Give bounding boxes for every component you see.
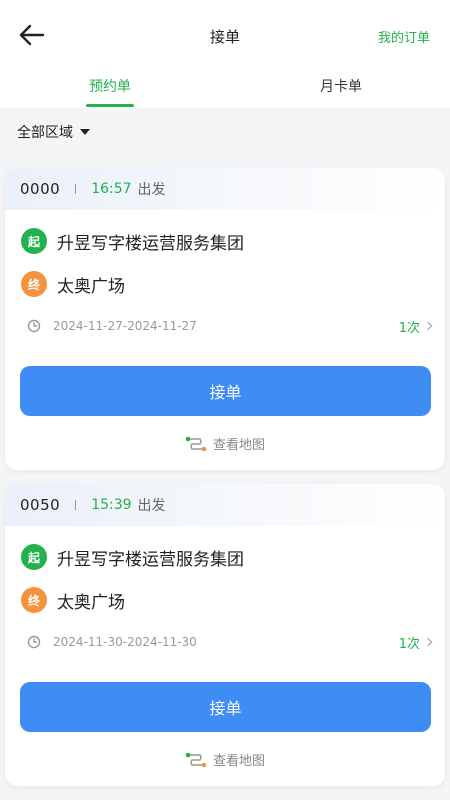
departure-time: 15:39	[91, 497, 132, 513]
divider	[75, 184, 77, 194]
view-map-link[interactable]: 查看地图	[5, 434, 445, 453]
trip-count-value: 1次	[398, 320, 420, 336]
chevron-right-icon	[423, 321, 433, 331]
order-card: 0000 16:57 出发 起 升昱写字楼运营服务集团 终 太奥广场 2024-…	[5, 168, 445, 470]
start-location: 起 升昱写字楼运营服务集团	[21, 228, 244, 254]
app-header: 接单 我的订单	[0, 0, 450, 70]
start-location-name: 升昱写字楼运营服务集团	[57, 233, 244, 254]
departure-label: 出发	[137, 182, 166, 198]
start-location-name: 升昱写字楼运营服务集团	[57, 549, 244, 570]
route-icon	[185, 752, 207, 767]
tab-bar: 预约单 月卡单	[0, 64, 450, 108]
region-filter[interactable]: 全部区域	[17, 122, 90, 142]
order-number: 0050	[20, 496, 61, 514]
date-range: 2024-11-30-2024-11-30	[53, 635, 197, 649]
start-badge-icon: 起	[21, 544, 47, 570]
view-map-label: 查看地图	[212, 754, 265, 769]
end-badge-icon: 终	[21, 271, 47, 297]
order-number: 0000	[20, 180, 61, 198]
chevron-right-icon	[423, 637, 433, 647]
start-location: 起 升昱写字楼运营服务集团	[21, 544, 244, 570]
order-card-header: 0050 15:39 出发	[5, 484, 445, 526]
active-tab-indicator	[86, 104, 134, 107]
end-location: 终 太奥广场	[21, 587, 125, 613]
view-map-link[interactable]: 查看地图	[5, 750, 445, 769]
accept-order-button[interactable]: 接单	[20, 682, 431, 732]
end-location-name: 太奥广场	[57, 276, 125, 297]
view-map-label: 查看地图	[212, 438, 265, 453]
departure-label: 出发	[137, 498, 166, 514]
caret-down-icon	[80, 129, 90, 135]
end-location-name: 太奥广场	[57, 592, 125, 613]
trip-count[interactable]: 1次	[398, 633, 433, 652]
divider	[75, 500, 77, 510]
start-badge-icon: 起	[21, 228, 47, 254]
trip-count[interactable]: 1次	[398, 317, 433, 336]
tab-reservation[interactable]: 预约单	[50, 76, 170, 96]
end-badge-icon: 终	[21, 587, 47, 613]
order-card-header: 0000 16:57 出发	[5, 168, 445, 210]
trip-count-value: 1次	[398, 636, 420, 652]
date-row[interactable]: 2024-11-30-2024-11-30 1次	[27, 633, 433, 652]
departure-time: 16:57	[91, 181, 132, 197]
clock-icon	[27, 319, 41, 333]
tab-monthly-card[interactable]: 月卡单	[281, 76, 401, 96]
end-location: 终 太奥广场	[21, 271, 125, 297]
accept-order-button[interactable]: 接单	[20, 366, 431, 416]
region-filter-label: 全部区域	[17, 125, 73, 141]
clock-icon	[27, 635, 41, 649]
order-card: 0050 15:39 出发 起 升昱写字楼运营服务集团 终 太奥广场 2024-…	[5, 484, 445, 786]
date-range: 2024-11-27-2024-11-27	[53, 319, 197, 333]
my-orders-link[interactable]: 我的订单	[378, 27, 430, 46]
route-icon	[185, 436, 207, 451]
date-row[interactable]: 2024-11-27-2024-11-27 1次	[27, 317, 433, 336]
